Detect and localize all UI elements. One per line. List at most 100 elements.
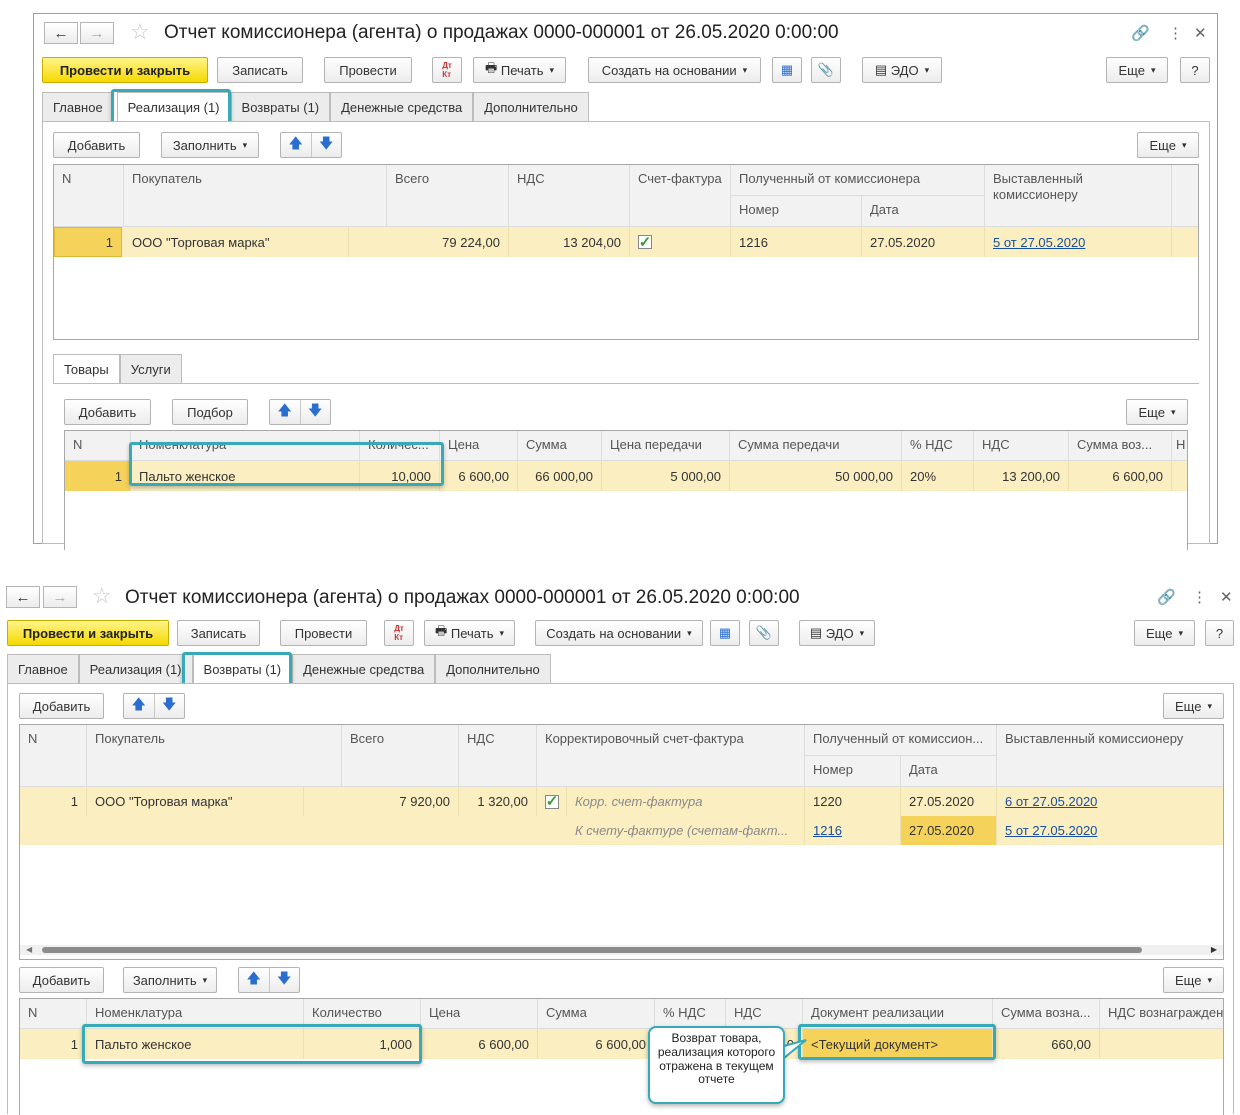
- more-vertical-icon[interactable]: ⋮: [1192, 588, 1207, 606]
- link-icon[interactable]: 🔗: [1157, 588, 1176, 606]
- tab-sales[interactable]: Реализация (1): [116, 92, 231, 122]
- more-button[interactable]: Еще ▾: [1126, 399, 1188, 425]
- cell-corr-invoice[interactable]: Корр. счет-фактура: [567, 787, 805, 816]
- col-header-vat-rate[interactable]: % НДС: [902, 431, 974, 461]
- arrow-down-icon[interactable]: 🡇: [270, 968, 300, 992]
- forward-arrow-icon[interactable]: →: [43, 586, 77, 608]
- col-header-vat[interactable]: НДС: [459, 725, 537, 787]
- back-arrow-icon[interactable]: ←: [44, 22, 78, 44]
- tab-returns[interactable]: Возвраты (1): [230, 92, 331, 122]
- add-button[interactable]: Добавить: [19, 693, 104, 719]
- tab-additional[interactable]: Дополнительно: [435, 654, 551, 684]
- arrow-up-icon[interactable]: 🡅: [281, 133, 312, 157]
- checkbox-checked-icon[interactable]: ✓: [545, 794, 559, 809]
- more-button[interactable]: Еще ▾: [1106, 57, 1168, 83]
- cell-number-link[interactable]: 1216: [805, 816, 901, 845]
- arrow-up-icon[interactable]: 🡅: [239, 968, 270, 992]
- horizontal-scrollbar[interactable]: ◀ ▶: [20, 945, 1223, 955]
- col-header-reward[interactable]: Сумма воз...: [1069, 431, 1172, 461]
- col-header-reward-vat[interactable]: НДС вознагражден: [1100, 999, 1223, 1029]
- col-header-qty[interactable]: Количество: [304, 999, 421, 1029]
- fill-button[interactable]: Заполнить ▾: [123, 967, 217, 993]
- arrow-down-icon[interactable]: 🡇: [155, 694, 185, 718]
- col-header-vat-rate[interactable]: % НДС: [655, 999, 726, 1029]
- col-header-received[interactable]: Полученный от комиссионера: [731, 165, 985, 196]
- col-header-transfer-price[interactable]: Цена передачи: [602, 431, 730, 461]
- attachment-icon[interactable]: 📎: [811, 57, 841, 83]
- scroll-right-icon[interactable]: ▶: [1211, 945, 1217, 954]
- create-based-on-button[interactable]: Создать на основании ▾: [588, 57, 761, 83]
- col-header-price[interactable]: Цена: [440, 431, 518, 461]
- col-header-item[interactable]: Номенклатура: [87, 999, 304, 1029]
- tab-services[interactable]: Услуги: [119, 354, 182, 384]
- post-button[interactable]: Провести: [280, 620, 367, 646]
- tab-money[interactable]: Денежные средства: [292, 654, 436, 684]
- cell-issued-link[interactable]: 6 от 27.05.2020: [997, 787, 1223, 816]
- col-header-qty[interactable]: Количес...: [360, 431, 440, 461]
- more-button[interactable]: Еще ▾: [1163, 967, 1224, 993]
- favorite-star-icon[interactable]: ☆: [130, 19, 150, 45]
- tab-main[interactable]: Главное: [42, 92, 114, 122]
- col-header-extra[interactable]: Н: [1172, 431, 1187, 461]
- col-header-received[interactable]: Полученный от комиссион...: [805, 725, 997, 756]
- col-header-reward[interactable]: Сумма возна...: [993, 999, 1100, 1029]
- add-button[interactable]: Добавить: [64, 399, 151, 425]
- col-header-issued[interactable]: Выставленный комиссионеру: [997, 725, 1223, 787]
- arrow-down-icon[interactable]: 🡇: [301, 400, 331, 424]
- col-header-date[interactable]: Дата: [862, 196, 985, 227]
- print-button[interactable]: 🖶 Печать ▾: [473, 57, 566, 83]
- forward-arrow-icon[interactable]: →: [80, 22, 114, 44]
- col-header-invoice[interactable]: Счет-фактура: [630, 165, 731, 227]
- structure-icon[interactable]: ▦: [772, 57, 802, 83]
- col-header-n[interactable]: N: [20, 999, 87, 1029]
- more-button[interactable]: Еще ▾: [1163, 693, 1224, 719]
- col-header-price[interactable]: Цена: [421, 999, 538, 1029]
- print-button[interactable]: 🖶 Печать ▾: [424, 620, 515, 646]
- table-row[interactable]: 1 Пальто женское 1,000 6 600,00 6 600,00…: [20, 1029, 1223, 1059]
- cell-doc[interactable]: <Текущий документ>: [803, 1029, 993, 1059]
- col-header-number[interactable]: Номер: [731, 196, 862, 227]
- table-row[interactable]: 1 Пальто женское 10,000 6 600,00 66 000,…: [65, 461, 1187, 491]
- cell-issued-link[interactable]: 5 от 27.05.2020: [985, 227, 1172, 257]
- close-icon[interactable]: ✕: [1220, 588, 1233, 606]
- post-and-close-button[interactable]: Провести и закрыть: [7, 620, 169, 646]
- add-button[interactable]: Добавить: [53, 132, 140, 158]
- save-button[interactable]: Записать: [177, 620, 260, 646]
- move-buttons[interactable]: 🡅 🡇: [280, 132, 342, 158]
- tab-returns[interactable]: Возвраты (1): [192, 654, 293, 684]
- arrow-up-icon[interactable]: 🡅: [124, 694, 155, 718]
- arrow-down-icon[interactable]: 🡇: [312, 133, 342, 157]
- favorite-star-icon[interactable]: ☆: [92, 583, 112, 609]
- cell-issued-link[interactable]: 5 от 27.05.2020: [997, 816, 1223, 845]
- save-button[interactable]: Записать: [217, 57, 303, 83]
- more-button[interactable]: Еще ▾: [1134, 620, 1195, 646]
- tab-goods[interactable]: Товары: [53, 354, 120, 384]
- col-header-corr-invoice[interactable]: Корректировочный счет-фактура: [537, 725, 805, 787]
- fill-button[interactable]: Заполнить ▾: [161, 132, 259, 158]
- cell-to-invoice[interactable]: К счету-фактуре (счетам-факт...: [567, 816, 805, 845]
- checkbox-checked-icon[interactable]: ✓: [638, 235, 652, 250]
- col-header-buyer[interactable]: Покупатель: [87, 725, 342, 787]
- table-row[interactable]: 1 ООО "Торговая марка" 79 224,00 13 204,…: [54, 227, 1198, 257]
- dt-kt-icon[interactable]: Дт Кт: [432, 57, 462, 83]
- tab-additional[interactable]: Дополнительно: [473, 92, 589, 122]
- col-header-doc[interactable]: Документ реализации: [803, 999, 993, 1029]
- scroll-left-icon[interactable]: ◀: [26, 945, 32, 954]
- tab-main[interactable]: Главное: [7, 654, 79, 684]
- col-header-vat[interactable]: НДС: [974, 431, 1069, 461]
- close-icon[interactable]: ✕: [1194, 24, 1207, 42]
- col-header-sum[interactable]: Сумма: [518, 431, 602, 461]
- attachment-icon[interactable]: 📎: [749, 620, 779, 646]
- move-buttons[interactable]: 🡅 🡇: [269, 399, 331, 425]
- col-header-buyer[interactable]: Покупатель: [124, 165, 387, 227]
- col-header-vat[interactable]: НДС: [509, 165, 630, 227]
- col-header-total[interactable]: Всего: [387, 165, 509, 227]
- more-vertical-icon[interactable]: ⋮: [1168, 24, 1183, 42]
- col-header-n[interactable]: N: [20, 725, 87, 787]
- col-header-total[interactable]: Всего: [342, 725, 459, 787]
- table-row[interactable]: 1 ООО "Торговая марка" 7 920,00 1 320,00…: [20, 787, 1223, 845]
- add-button[interactable]: Добавить: [19, 967, 104, 993]
- col-header-sum[interactable]: Сумма: [538, 999, 655, 1029]
- link-icon[interactable]: 🔗: [1131, 24, 1150, 42]
- col-header-issued[interactable]: Выставленный комиссионеру: [985, 165, 1172, 227]
